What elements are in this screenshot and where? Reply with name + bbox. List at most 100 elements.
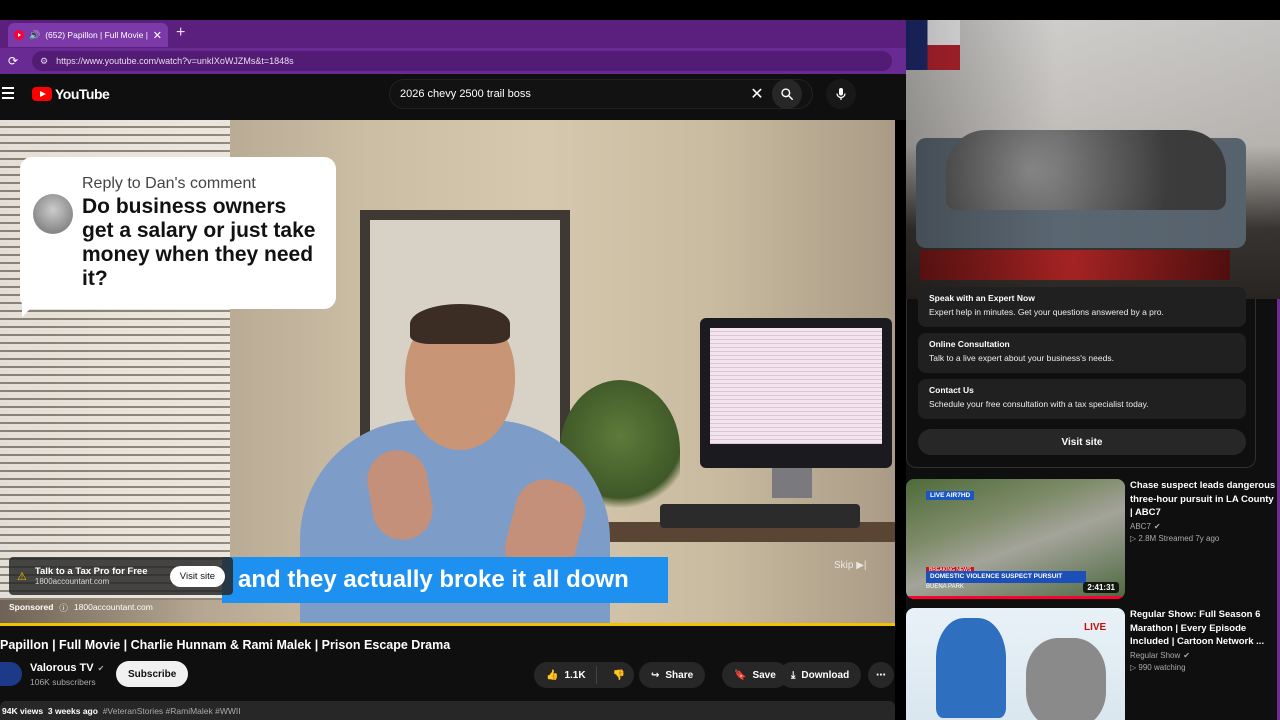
subscriber-count: 106K subscribers: [30, 677, 96, 687]
channel-name-row[interactable]: Valorous TV ✔: [30, 662, 104, 674]
share-label: Share: [665, 669, 694, 681]
top-black-strip: [0, 0, 1280, 20]
url-text: https://www.youtube.com/watch?v=unkIXoWJ…: [56, 56, 294, 66]
like-dislike-group: 👍 1.1K 👎: [534, 662, 634, 688]
save-button[interactable]: 🔖 Save: [722, 662, 788, 688]
verified-icon: ✔: [1153, 521, 1161, 531]
ad-sitelink[interactable]: Contact Us Schedule your free consultati…: [918, 379, 1246, 419]
reload-icon[interactable]: ⟳: [0, 54, 26, 68]
video-duration: 2:41:31: [1083, 582, 1119, 593]
sponsored-domain: 1800accountant.com: [73, 602, 153, 612]
ad-sitelink[interactable]: Online Consultation Talk to a live exper…: [918, 333, 1246, 373]
recommended-age: Streamed 7y ago: [1158, 533, 1220, 543]
recommended-title[interactable]: Chase suspect leads dangerous three-hour…: [1130, 479, 1276, 520]
ad-sitelink-desc: Expert help in minutes. Get your questio…: [929, 307, 1164, 317]
sponsored-label: Sponsored: [9, 602, 54, 612]
ad-sitelink-desc: Schedule your free consultation with a t…: [929, 399, 1149, 409]
skip-label: Skip: [834, 560, 854, 571]
recommended-stats: ▷ 990 watching: [1130, 663, 1276, 672]
secondary-panel: Speak with an Expert Now Expert help in …: [906, 287, 1280, 720]
sponsored-line: Sponsored ⓘ 1800accountant.com: [9, 602, 153, 614]
reply-label: Reply to Dan's comment: [82, 175, 256, 192]
video-scene-monitor: [700, 318, 892, 468]
video-thumbnail[interactable]: LIVE: [906, 608, 1125, 720]
tab-title: (652) Papillon | Full Movie | Ch: [45, 30, 148, 40]
play-icon: ▷: [1130, 533, 1137, 543]
comment-reply-card: Reply to Dan's comment Do business owner…: [20, 157, 336, 317]
voice-search-button[interactable]: [826, 79, 856, 109]
share-icon: ↪: [651, 669, 660, 681]
hashtags[interactable]: #VeteranStories #RamiMalek #WWII: [103, 706, 241, 716]
browser-address-bar: ⟳ ⚙ https://www.youtube.com/watch?v=unkI…: [0, 48, 906, 74]
like-button[interactable]: 👍 1.1K: [534, 666, 597, 684]
ad-title[interactable]: Talk to a Tax Pro for Free: [35, 566, 162, 577]
recommended-video[interactable]: LIVE Regular Show: Full Season 6 Maratho…: [906, 608, 1280, 720]
side-visit-site-button[interactable]: Visit site: [918, 429, 1246, 455]
url-field[interactable]: ⚙ https://www.youtube.com/watch?v=unkIXo…: [32, 51, 892, 71]
ad-sitelink-title: Contact Us: [929, 385, 974, 395]
ad-sitelink[interactable]: Speak with an Expert Now Expert help in …: [918, 287, 1246, 327]
webcam-overlay: [906, 20, 1280, 299]
browser-tab-strip: 🔊 (652) Papillon | Full Movie | Ch ✕ +: [0, 20, 906, 48]
channel-name[interactable]: Valorous TV: [30, 662, 94, 674]
more-icon: ⋯: [876, 669, 886, 681]
search-input[interactable]: 2026 chevy 2500 trail boss: [400, 88, 742, 100]
video-player[interactable]: Reply to Dan's comment Do business owner…: [0, 120, 895, 626]
thumb-news-band: DOMESTIC VIOLENCE SUSPECT PURSUIT: [926, 571, 1086, 583]
subscribe-button[interactable]: Subscribe: [116, 661, 189, 687]
recommended-views: 2.8M: [1138, 533, 1157, 543]
recommended-stats: ▷ 2.8M Streamed 7y ago: [1130, 534, 1276, 543]
channel-avatar[interactable]: [0, 662, 22, 686]
watch-progress-bar: [906, 596, 1125, 599]
youtube-wordmark: YouTube: [55, 86, 110, 102]
skip-next-icon: ▶|: [856, 560, 867, 571]
share-button[interactable]: ↪ Share: [639, 662, 706, 688]
clear-search-icon[interactable]: ✕: [742, 84, 772, 104]
view-count: 94K views: [2, 706, 44, 716]
info-icon[interactable]: ⓘ: [59, 602, 68, 614]
video-thumbnail[interactable]: LIVE AIR7HD BREAKING NEWS DOMESTIC VIOLE…: [906, 479, 1125, 599]
save-label: Save: [752, 669, 776, 681]
video-scene-monitor-stand: [772, 468, 812, 498]
dislike-button[interactable]: 👎: [603, 670, 635, 681]
verified-icon: ✔: [1183, 650, 1190, 660]
recommended-channel[interactable]: Regular Show: [1130, 651, 1180, 660]
recommended-channel[interactable]: ABC7: [1130, 522, 1151, 531]
video-details: Papillon | Full Movie | Charlie Hunnam &…: [0, 626, 895, 720]
video-caption: and they actually broke it all down: [222, 557, 668, 603]
search-button[interactable]: [772, 79, 802, 109]
thumbs-down-icon: 👎: [612, 669, 626, 681]
commenter-avatar: [33, 194, 73, 234]
description-bar[interactable]: 94K views 3 weeks ago #VeteranStories #R…: [0, 701, 895, 720]
close-tab-icon[interactable]: ✕: [153, 29, 162, 42]
video-scene-person-hair: [410, 304, 510, 344]
verified-icon: ✔: [97, 663, 105, 673]
skip-ad-button[interactable]: Skip ▶|: [834, 560, 867, 571]
ad-sitelink-title: Online Consultation: [929, 339, 1010, 349]
watching-count: 990 watching: [1138, 662, 1186, 672]
thumbs-up-icon: 👍: [546, 669, 559, 681]
more-actions-button[interactable]: ⋯: [868, 662, 894, 688]
search-icon: [781, 88, 793, 100]
site-info-icon[interactable]: ⚙: [40, 56, 48, 67]
ad-sitelink-desc: Talk to a live expert about your busines…: [929, 353, 1114, 363]
visit-site-button[interactable]: Visit site: [169, 565, 225, 587]
browser-tab-youtube[interactable]: 🔊 (652) Papillon | Full Movie | Ch ✕: [8, 23, 168, 47]
ad-sitelink-title: Speak with an Expert Now: [929, 293, 1035, 303]
youtube-logo[interactable]: YouTube: [32, 86, 110, 102]
recommended-video[interactable]: LIVE AIR7HD BREAKING NEWS DOMESTIC VIOLE…: [906, 479, 1280, 599]
download-label: Download: [801, 669, 850, 681]
recommended-channel-row: Regular Show ✔: [1130, 651, 1276, 660]
live-broadcast-icon: ▷: [1130, 662, 1137, 672]
new-tab-icon[interactable]: +: [176, 24, 185, 42]
warning-icon: ⚠: [17, 570, 27, 583]
upload-age: 3 weeks ago: [47, 706, 98, 716]
bookmark-icon: 🔖: [734, 669, 747, 681]
speaker-icon[interactable]: 🔊: [29, 30, 40, 41]
download-button[interactable]: ⤓ Download: [779, 662, 862, 688]
recommended-title[interactable]: Regular Show: Full Season 6 Marathon | E…: [1130, 608, 1276, 649]
video-scene-keyboard: [660, 504, 860, 528]
hamburger-menu-icon[interactable]: [2, 87, 14, 99]
youtube-favicon-icon: [14, 30, 24, 40]
thumb-location: BUENA PARK: [926, 584, 964, 590]
